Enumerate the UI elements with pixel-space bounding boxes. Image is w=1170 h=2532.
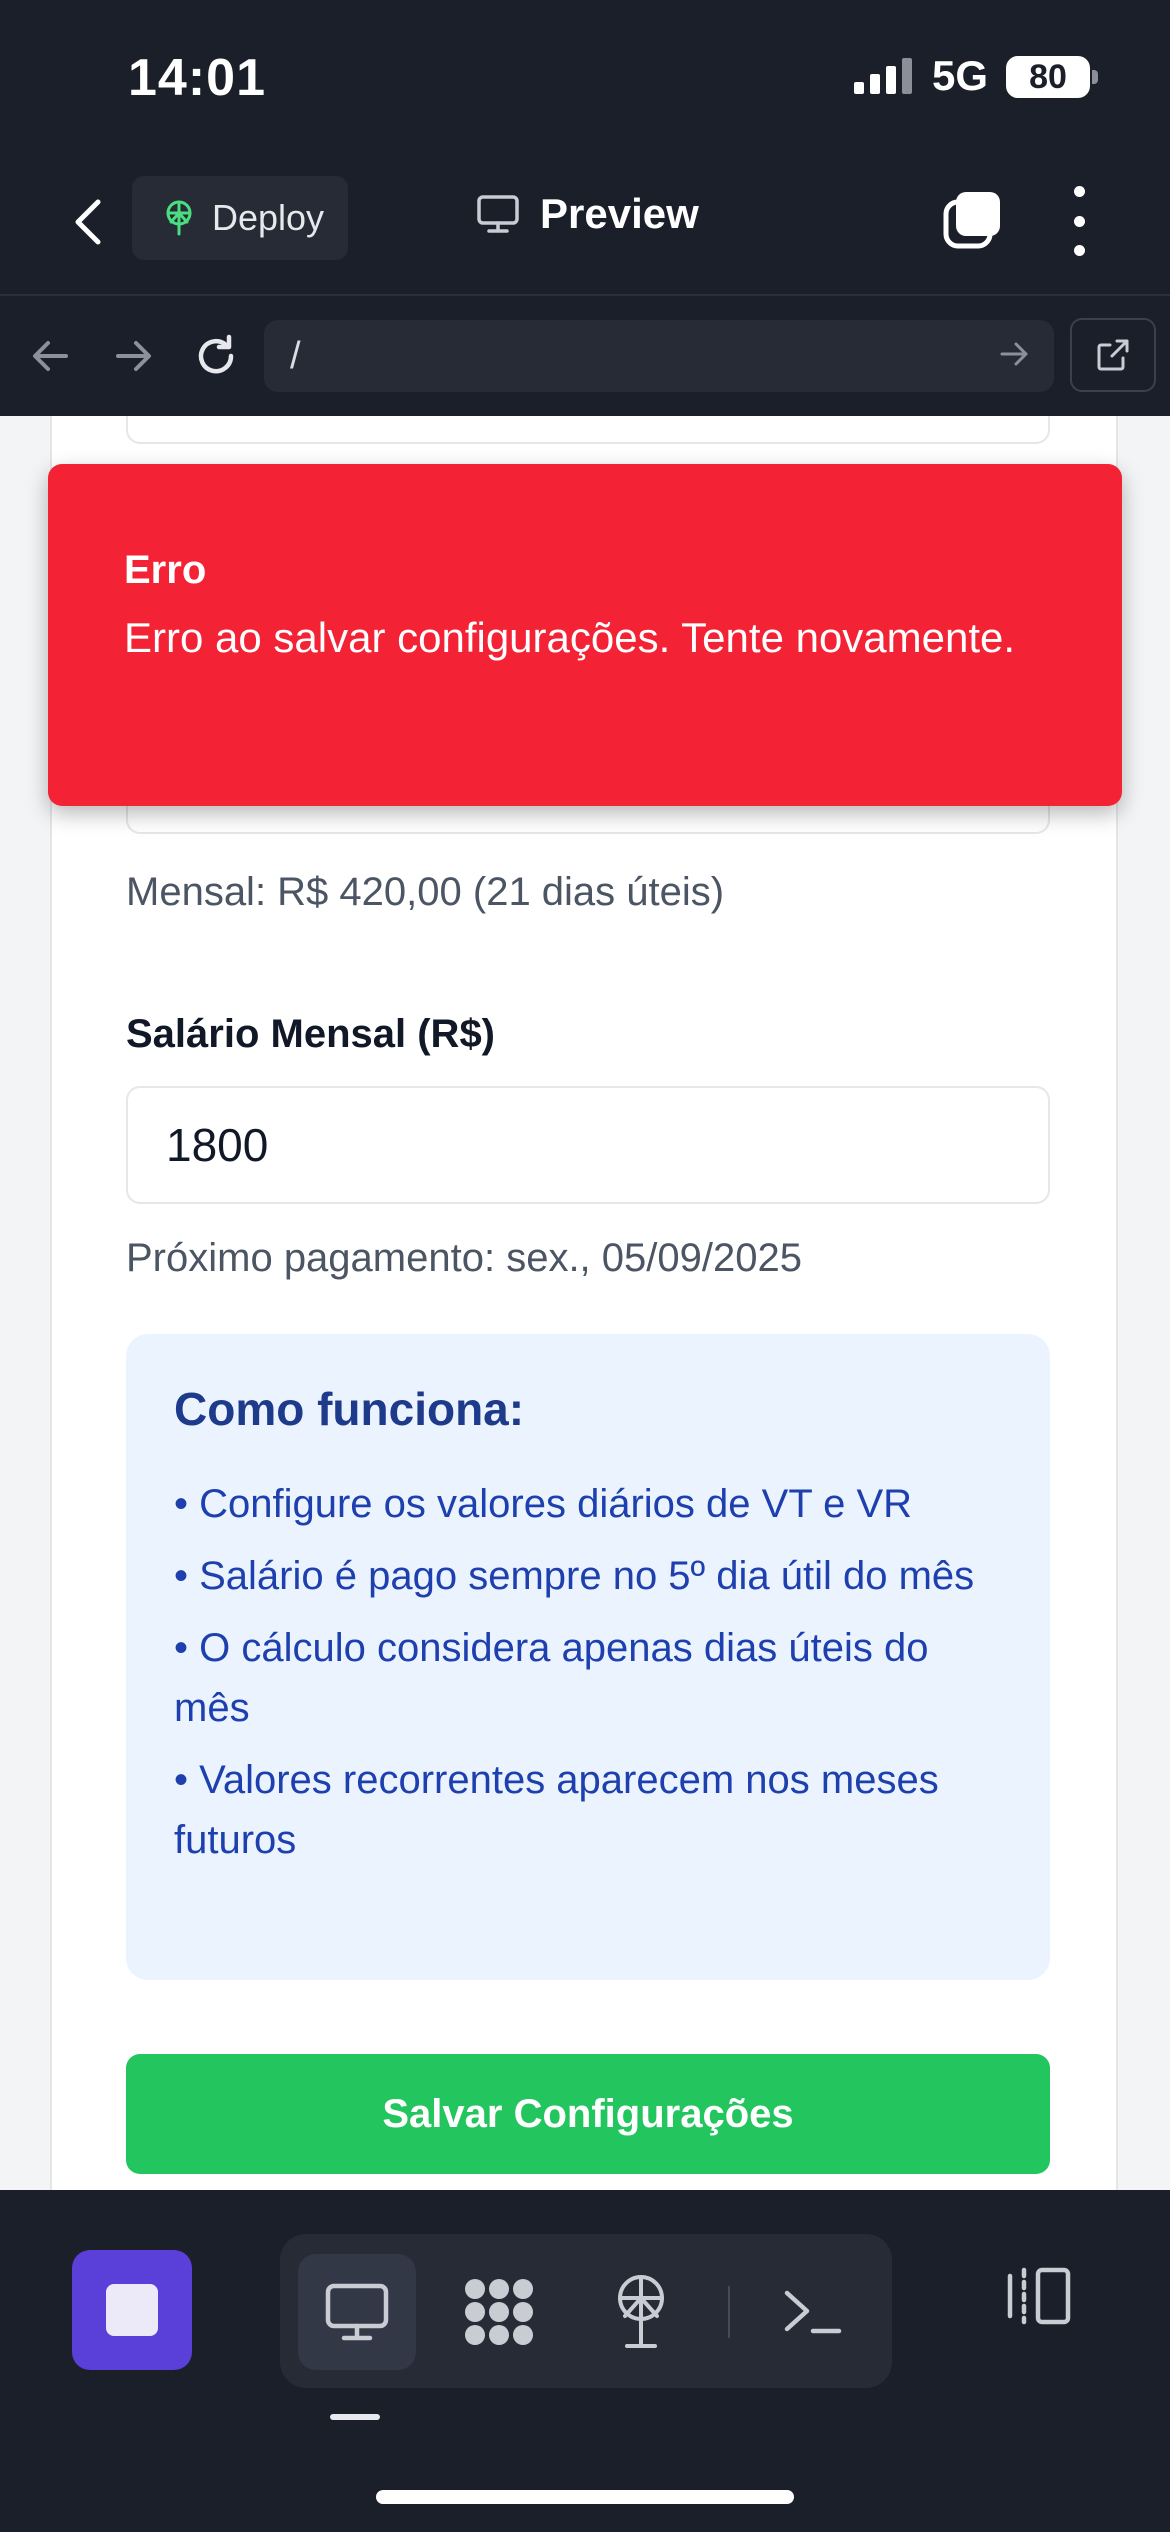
battery-level: 80 bbox=[1029, 57, 1067, 96]
go-arrow-icon[interactable] bbox=[998, 336, 1032, 372]
preview-title: Preview bbox=[476, 190, 699, 238]
tool-apps[interactable] bbox=[440, 2254, 558, 2370]
signal-icon bbox=[854, 58, 912, 94]
tool-separator bbox=[728, 2286, 730, 2338]
battery-tip bbox=[1092, 70, 1098, 84]
error-toast[interactable]: Erro Erro ao salvar configurações. Tente… bbox=[48, 464, 1122, 806]
info-item: • Valores recorrentes aparecem nos meses… bbox=[174, 1758, 939, 1862]
stop-icon bbox=[106, 2284, 158, 2336]
info-list: • Configure os valores diários de VT e V… bbox=[174, 1474, 1004, 1882]
tool-deploy[interactable] bbox=[582, 2254, 700, 2370]
bottom-toolbar bbox=[0, 2190, 1170, 2532]
save-settings-button[interactable]: Salvar Configurações bbox=[126, 2054, 1050, 2174]
home-indicator bbox=[376, 2490, 794, 2504]
browser-nav-bar: / bbox=[0, 296, 1170, 416]
active-tool-indicator bbox=[330, 2414, 380, 2420]
info-item: • Salário é pago sempre no 5º dia útil d… bbox=[174, 1554, 975, 1598]
salary-value: 1800 bbox=[166, 1119, 269, 1171]
monitor-icon bbox=[325, 2283, 389, 2341]
info-item: • Configure os valores diários de VT e V… bbox=[174, 1482, 913, 1526]
monitor-icon bbox=[477, 195, 519, 233]
tool-group bbox=[280, 2234, 892, 2388]
nav-forward-button[interactable] bbox=[108, 330, 160, 382]
info-title: Como funciona: bbox=[174, 1383, 525, 1435]
vr-monthly-helper: Mensal: R$ 420,00 (21 dias úteis) bbox=[126, 870, 725, 914]
more-dot bbox=[1073, 186, 1085, 197]
terminal-icon bbox=[784, 2290, 842, 2334]
tool-terminal[interactable] bbox=[754, 2254, 872, 2370]
more-dot bbox=[1073, 215, 1085, 227]
url-text: / bbox=[290, 334, 301, 377]
tool-preview[interactable] bbox=[298, 2254, 416, 2370]
chevron-left-icon bbox=[75, 199, 101, 245]
arrow-right-icon bbox=[116, 341, 151, 371]
salary-label: Salário Mensal (R$) bbox=[126, 1012, 496, 1056]
panel-layout-icon bbox=[1007, 2267, 1071, 2325]
next-payment-helper: Próximo pagamento: sex., 05/09/2025 bbox=[126, 1236, 802, 1280]
top-bar: Deploy Preview bbox=[0, 160, 1170, 296]
battery-icon: 80 bbox=[1006, 56, 1090, 98]
nav-back-button[interactable] bbox=[24, 330, 76, 382]
deploy-icon bbox=[618, 2275, 664, 2348]
more-menu-button[interactable] bbox=[1064, 186, 1094, 256]
reload-button[interactable] bbox=[190, 330, 242, 382]
network-label: 5G bbox=[932, 52, 989, 99]
partial-input-top[interactable] bbox=[126, 416, 1050, 444]
deploy-button[interactable]: Deploy bbox=[132, 176, 348, 260]
status-bar: 14:01 5G 80 bbox=[0, 0, 1170, 160]
deploy-label: Deploy bbox=[212, 197, 325, 238]
url-input[interactable]: / bbox=[264, 320, 1054, 392]
info-item: • O cálculo considera apenas dias úteis … bbox=[174, 1626, 929, 1730]
back-button[interactable] bbox=[60, 194, 116, 250]
external-link-icon bbox=[1097, 339, 1129, 371]
status-time: 14:01 bbox=[128, 49, 266, 107]
info-box: Como funciona: • Configure os valores di… bbox=[126, 1334, 1050, 1980]
toast-message: Erro ao salvar configurações. Tente nova… bbox=[124, 614, 1016, 661]
arrow-left-icon bbox=[33, 341, 68, 371]
page-title: Preview bbox=[540, 190, 699, 237]
deploy-icon bbox=[166, 200, 192, 236]
layout-toggle-button[interactable] bbox=[998, 2256, 1078, 2336]
tabs-icon[interactable] bbox=[942, 190, 1002, 250]
stop-button[interactable] bbox=[72, 2250, 192, 2370]
open-external-button[interactable] bbox=[1070, 318, 1156, 392]
toast-title: Erro bbox=[124, 548, 207, 592]
reload-icon bbox=[198, 334, 234, 374]
salary-input[interactable]: 1800 bbox=[126, 1086, 1050, 1204]
apps-grid-icon bbox=[465, 2279, 533, 2345]
more-dot bbox=[1073, 245, 1085, 256]
